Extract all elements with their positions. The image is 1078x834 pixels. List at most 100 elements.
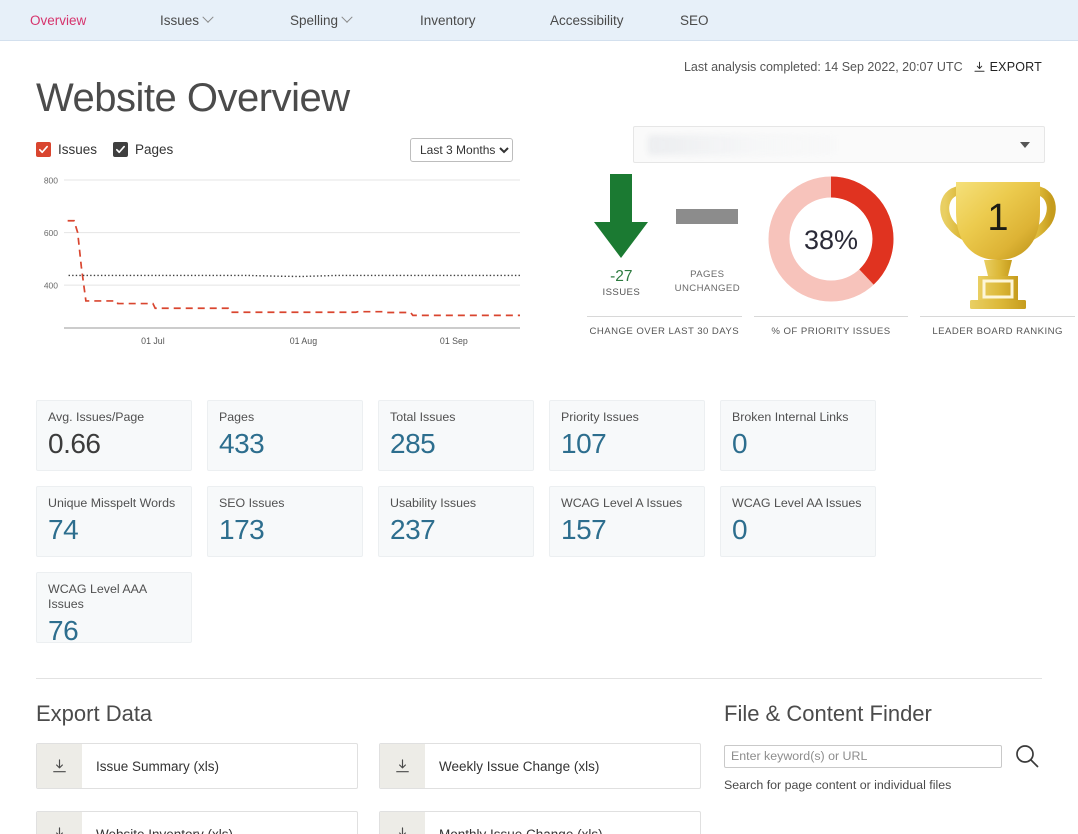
stat-card[interactable]: Pages 433 <box>207 400 363 471</box>
stat-card[interactable]: SEO Issues 173 <box>207 486 363 557</box>
pages-unchanged-line2: UNCHANGED <box>674 283 741 295</box>
stat-card-label: Unique Misspelt Words <box>48 496 176 510</box>
stat-card[interactable]: WCAG Level AA Issues 0 <box>720 486 876 557</box>
export-button-label: Issue Summary (xls) <box>96 758 220 774</box>
priority-donut-chart: 38% <box>768 176 894 302</box>
export-label: EXPORT <box>989 60 1042 74</box>
time-range-select[interactable]: Last 3 MonthsLast 6 MonthsLast 12 Months… <box>410 138 513 162</box>
download-icon <box>37 744 82 788</box>
stat-card[interactable]: Unique Misspelt Words 74 <box>36 486 192 557</box>
stat-card-value: 76 <box>48 614 79 646</box>
page-title: Website Overview <box>36 76 350 120</box>
stat-card-label: Usability Issues <box>390 496 477 510</box>
nav-item-spelling[interactable]: Spelling <box>290 11 420 28</box>
stat-card[interactable]: WCAG Level A Issues 157 <box>549 486 705 557</box>
finder-search-input[interactable] <box>724 744 1002 768</box>
stat-card-label: Total Issues <box>390 410 456 424</box>
stat-card-label: Avg. Issues/Page <box>48 410 145 424</box>
stat-card-value: 0 <box>732 427 748 459</box>
legend-toggle-pages[interactable]: Pages <box>113 142 173 157</box>
header-meta-row: Last analysis completed: 14 Sep 2022, 20… <box>36 41 1042 74</box>
kpi-change-over-last-30-days: -27 ISSUES PAGES UNCHANGED CHANGE OVER L… <box>581 164 748 337</box>
svg-text:800: 800 <box>44 176 58 186</box>
legend-toggle-issues[interactable]: Issues <box>36 142 97 157</box>
stat-card[interactable]: Broken Internal Links 0 <box>720 400 876 471</box>
nav-item-overview[interactable]: Overview <box>30 13 160 28</box>
stat-card-label: WCAG Level A Issues <box>561 496 683 510</box>
export-button-label: Weekly Issue Change (xls) <box>439 758 600 774</box>
export-button-label: Monthly Issue Change (xls) <box>439 826 603 834</box>
download-icon <box>37 812 82 834</box>
svg-text:400: 400 <box>44 281 58 291</box>
nav-item-label: Inventory <box>420 12 476 28</box>
export-download-button[interactable]: Website Inventory (xls) <box>36 811 358 834</box>
main-navbar: Overview Issues Spelling Inventory Accessibi… <box>0 0 1078 41</box>
stat-card-value: 173 <box>219 513 265 545</box>
arrow-down-icon <box>594 174 649 258</box>
finder-title: File & Content Finder <box>724 701 932 726</box>
stat-card-value: 237 <box>390 513 436 545</box>
nav-item-issues[interactable]: Issues <box>160 11 290 28</box>
stat-card-value: 74 <box>48 513 79 545</box>
export-button-label: Website Inventory (xls) <box>96 826 234 834</box>
kpi-percent-priority-issues: 38% % OF PRIORITY ISSUES <box>748 164 915 337</box>
stat-card[interactable]: Total Issues 285 <box>378 400 534 471</box>
stat-card-label: WCAG Level AA Issues <box>732 496 862 510</box>
stat-card-value: 0.66 <box>48 427 101 459</box>
issues-pages-line-chart: 400 600 800 01 Jul 01 Aug 01 Sep <box>36 170 526 363</box>
chevron-down-icon <box>202 11 214 23</box>
unchanged-bar-icon <box>676 208 739 224</box>
nav-item-label: Spelling <box>290 12 339 28</box>
kpi-row: -27 ISSUES PAGES UNCHANGED CHANGE OVER L… <box>581 164 1078 337</box>
svg-text:01 Jul: 01 Jul <box>141 336 165 346</box>
stat-card-label: SEO Issues <box>219 496 285 510</box>
nav-item-seo[interactable]: SEO <box>680 13 810 28</box>
stat-card-label: Pages <box>219 410 255 424</box>
check-icon <box>116 145 126 154</box>
last-analysis-text: Last analysis completed: 14 Sep 2022, 20… <box>683 60 963 74</box>
stat-card[interactable]: Priority Issues 107 <box>549 400 705 471</box>
pages-unchanged-line1: PAGES <box>690 269 725 280</box>
kpi-caption-priority: % OF PRIORITY ISSUES <box>753 316 909 337</box>
kpi-caption-leaderboard: LEADER BOARD RANKING <box>920 316 1076 337</box>
stat-card-value: 433 <box>219 427 265 459</box>
search-icon[interactable] <box>1014 743 1040 769</box>
nav-item-label: SEO <box>680 12 709 28</box>
checkbox-issues[interactable] <box>36 142 51 157</box>
stat-card-grid: Avg. Issues/Page 0.66 Pages 433 Total Issues… <box>36 400 1042 646</box>
check-icon <box>39 145 48 154</box>
svg-text:01 Aug: 01 Aug <box>290 336 318 346</box>
export-button[interactable]: EXPORT <box>973 60 1042 74</box>
trophy-icon: 1 <box>939 182 1056 309</box>
legend-label: Pages <box>135 142 174 157</box>
section-divider <box>36 678 1042 679</box>
export-data-title: Export Data <box>36 701 153 726</box>
change-issues-value: -27 <box>610 268 633 285</box>
stat-card-label: Priority Issues <box>561 410 639 424</box>
download-icon <box>380 744 425 788</box>
nav-item-label: Overview <box>30 12 87 28</box>
stat-card-label: Broken Internal Links <box>732 410 849 424</box>
checkbox-pages[interactable] <box>113 142 129 157</box>
legend-label: Issues <box>58 142 98 157</box>
chart-legend: Issues Pages <box>36 142 1042 157</box>
svg-text:01 Sep: 01 Sep <box>440 336 468 346</box>
stat-card[interactable]: Avg. Issues/Page 0.66 <box>36 400 192 471</box>
nav-item-accessibility[interactable]: Accessibility <box>550 13 680 28</box>
export-download-button[interactable]: Monthly Issue Change (xls) <box>379 811 701 834</box>
nav-item-inventory[interactable]: Inventory <box>420 13 550 28</box>
export-download-button[interactable]: Issue Summary (xls) <box>36 743 358 789</box>
chart-zone: Issues Pages Last 3 MonthsLast 6 MonthsLa… <box>36 138 1076 374</box>
title-row: Website Overview <box>36 74 1042 120</box>
stat-card[interactable]: Usability Issues 237 <box>378 486 534 557</box>
finder-hint-text: Search for page content or individual fi… <box>724 778 952 792</box>
bottom-section: Export Data Issue Summary (xls) Weekly Is… <box>36 701 1042 834</box>
kpi-caption-change: CHANGE OVER LAST 30 DAYS <box>587 316 742 337</box>
export-download-button[interactable]: Weekly Issue Change (xls) <box>379 743 701 789</box>
export-data-column: Export Data Issue Summary (xls) Weekly Is… <box>36 701 720 834</box>
donut-percent-label: 38% <box>804 225 858 255</box>
kpi-leader-board-ranking: 1 LEADER BOARD RANKING <box>914 164 1078 337</box>
stat-card[interactable]: WCAG Level AAA Issues 76 <box>36 572 192 646</box>
stat-card-value: 0 <box>732 513 748 545</box>
chevron-down-icon <box>341 11 353 23</box>
